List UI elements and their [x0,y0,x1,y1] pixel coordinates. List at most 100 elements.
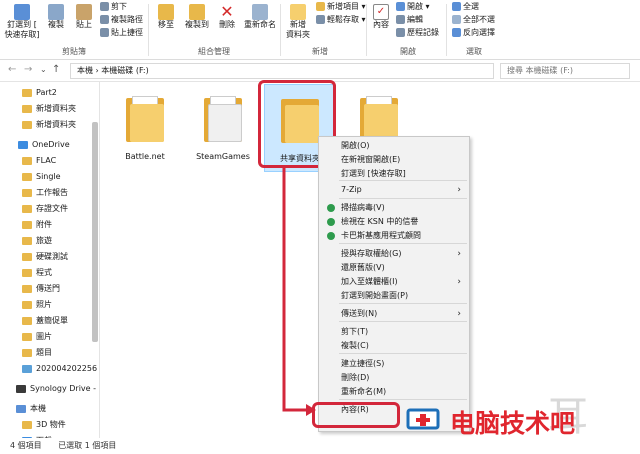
context-menu-item[interactable]: 掃描病毒(V) [319,201,469,215]
forward-arrow-icon[interactable]: → [24,64,32,75]
paste-button[interactable]: 貼上 [72,4,96,30]
nav-scrollbar[interactable] [92,122,98,342]
nav-item[interactable]: FLAC [0,154,99,168]
nav-item[interactable]: 程式 [0,266,99,280]
nav-item[interactable]: 蓋簡促單 [0,314,99,328]
nav-item[interactable]: 存證文件 [0,202,99,216]
pin-label-2: 快速存取] [4,30,40,39]
nav-item[interactable]: 本機 [0,402,99,416]
nav-item[interactable]: 2020042022​56 [0,362,99,376]
history-button[interactable]: 歷程記錄 [396,28,439,38]
nav-item-label: 程式 [36,268,52,277]
context-menu-label: 釘選到 [快速存取] [341,169,406,178]
delete-button[interactable]: ✕ 刪除 [216,4,238,30]
cut-button[interactable]: 剪下 [100,2,127,12]
context-menu-item[interactable]: 授與存取權給(G) › [319,247,469,261]
submenu-arrow-icon: › [457,277,461,287]
cloud-icon [18,140,28,149]
copy-to-button[interactable]: 複製到 [182,4,212,30]
folder-icon [22,420,32,429]
context-menu-item[interactable]: 還原舊版(V) [319,261,469,275]
up-arrow-icon[interactable]: ↑ [52,64,60,75]
context-menu-label: 卡巴斯基應用程式顧問 [341,231,421,240]
paste-label: 貼上 [76,20,92,29]
nav-item[interactable]: 旅遊 [0,234,99,248]
folder-icon [22,268,32,277]
context-menu-item[interactable]: 卡巴斯基應用程式顧問 [319,229,469,243]
nav-item[interactable]: Part2 [0,86,99,100]
menu-separator [339,353,467,354]
navigation-pane: Part2 新增資料夾 新增資料夾 OneDrive FLAC Single 工作報告 存證文… [0,82,100,438]
context-menu-item[interactable]: 檢視在 KSN 中的信譽 [319,215,469,229]
new-item-button[interactable]: 新增項目 ▾ [316,2,366,12]
context-menu-item[interactable]: 7-Zip › [319,183,469,197]
select-all-button[interactable]: 全選 [452,2,479,12]
file-tile[interactable]: SteamGames [188,84,258,172]
paste-shortcut-button[interactable]: 貼上捷徑 [100,28,143,38]
invert-selection-icon [452,28,461,37]
nav-item[interactable]: 題目 [0,346,99,360]
context-menu-item[interactable]: 複製(C) [319,339,469,353]
open-button[interactable]: 開啟 ▾ [396,2,430,12]
delete-x-icon: ✕ [219,2,235,21]
context-menu-item[interactable]: 傳送到(N) › [319,307,469,321]
edit-icon [396,15,405,24]
select-all-label: 全選 [463,2,479,11]
ribbon-divider [446,4,447,56]
nav-item[interactable]: 圖片 [0,330,99,344]
context-menu-item[interactable]: 釘選到開始畫面(P) [319,289,469,303]
search-input[interactable]: 搜尋 本機磁碟 (F:) [500,63,630,79]
properties-button[interactable]: ✓ 內容 [370,4,392,30]
nav-item-label: OneDrive [32,140,70,149]
nav-item[interactable]: OneDrive [0,138,99,152]
nav-item[interactable]: 新增資料夾 [0,102,99,116]
context-menu-item[interactable]: 開啟(O) [319,139,469,153]
nav-item[interactable]: 附件 [0,218,99,232]
nav-item-label: 新增資料夾 [36,120,76,129]
context-menu-item[interactable]: 釘選到 [快速存取] [319,167,469,181]
easy-access-button[interactable]: 輕鬆存取 ▾ [316,15,366,25]
pin-quick-access-button[interactable]: 釘選到 [ 快速存取] [4,4,40,40]
context-menu-item[interactable]: 建立捷徑(S) [319,357,469,371]
context-menu-item[interactable]: 刪除(D) [319,371,469,385]
invert-selection-button[interactable]: 反向選擇 [452,28,495,38]
context-menu-label: 在新視窗開啟(E) [341,155,401,164]
easy-access-icon [316,15,325,24]
context-menu-label: 授與存取權給(G) [341,249,402,258]
address-path[interactable]: 本機 › 本機磁碟 (F:) [70,63,494,79]
select-none-button[interactable]: 全部不選 [452,15,495,25]
nav-item[interactable]: 照片 [0,298,99,312]
nav-item[interactable]: 新增資料夾 [0,118,99,132]
paste-shortcut-icon [100,28,109,37]
context-menu-item[interactable]: 加入至媒體櫃(I) › [319,275,469,289]
properties-label: 內容 [373,20,389,29]
image-icon [22,364,32,373]
nav-item[interactable]: 3D 物件 [0,418,99,432]
rename-button[interactable]: 重新命名 [242,4,278,30]
nav-item-label: Single [36,172,61,181]
edit-label: 編輯 [407,15,423,24]
nav-item-label: 硬碟測試 [36,252,68,261]
nav-item[interactable]: 傳送門 [0,282,99,296]
watermark-logo [404,406,444,432]
nav-item[interactable]: Synology Drive - [0,382,99,396]
file-tile[interactable]: Battle.net [110,84,180,172]
cut-label: 剪下 [111,2,127,11]
copy-path-button[interactable]: 複製路徑 [100,15,143,25]
edit-button[interactable]: 編輯 [396,15,423,25]
move-to-button[interactable]: 移至 [154,4,178,30]
new-folder-label-2: 資料夾 [286,30,310,39]
nav-item-label: 圖片 [36,332,52,341]
context-menu-item[interactable]: 重新命名(M) [319,385,469,399]
context-menu-item[interactable]: 在新視窗開啟(E) [319,153,469,167]
copy-button[interactable]: 複製 [44,4,68,30]
nav-item[interactable]: Single [0,170,99,184]
nav-item[interactable]: 工作報告 [0,186,99,200]
context-menu-item[interactable]: 剪下(T) [319,325,469,339]
back-arrow-icon[interactable]: ← [8,64,16,75]
context-menu-label: 7-Zip [341,185,362,194]
recent-locations-icon[interactable]: ⌄ [40,65,47,74]
nav-item-label: 附件 [36,220,52,229]
new-folder-button[interactable]: 新增 資料夾 [284,4,312,40]
nav-item[interactable]: 硬碟測試 [0,250,99,264]
